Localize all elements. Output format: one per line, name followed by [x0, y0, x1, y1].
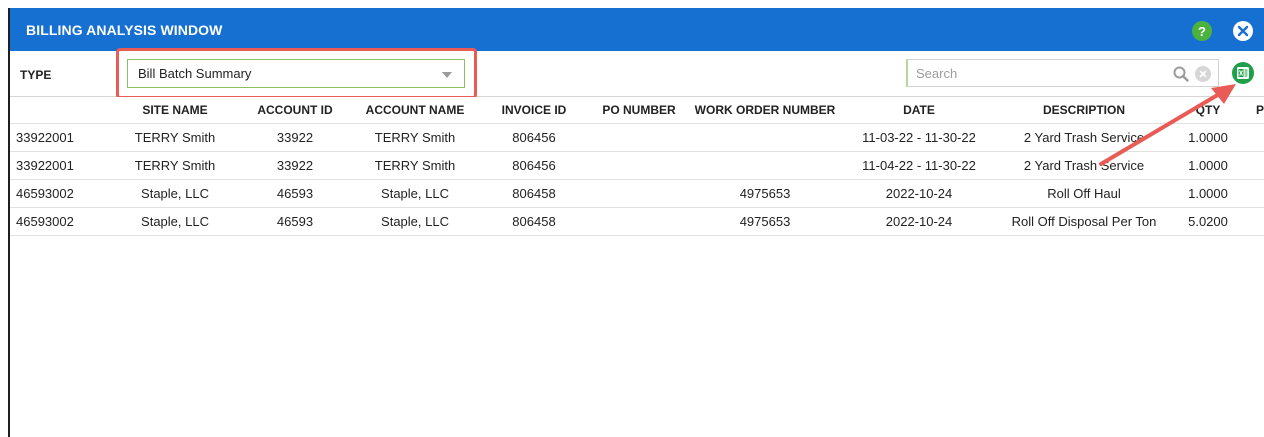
column-header-work-order-number[interactable]: WORK ORDER NUMBER [690, 97, 840, 123]
column-header-site-name[interactable]: SITE NAME [110, 97, 240, 123]
cell-work-order-number: 4975653 [739, 214, 791, 229]
column-header-account-id[interactable]: ACCOUNT ID [240, 97, 350, 123]
cell-po-number [588, 208, 690, 235]
results-grid: SITE NAME ACCOUNT ID ACCOUNT NAME INVOICE I… [10, 97, 1264, 236]
search-input[interactable] [916, 60, 1156, 86]
cell-qty: 5.0200 [1188, 214, 1228, 229]
cell-site-id: 33922001 [16, 130, 74, 145]
column-header-po-number[interactable]: PO NUMBER [588, 97, 690, 123]
cell-p [1246, 152, 1264, 179]
cell-date: 11-03-22 - 11-30-22 [862, 130, 976, 145]
cell-po-number [588, 180, 690, 207]
window-title: BILLING ANALYSIS WINDOW [26, 22, 223, 38]
question-icon: ? [1198, 23, 1206, 39]
cell-site-name: TERRY Smith [134, 158, 216, 173]
title-bar: BILLING ANALYSIS WINDOW ? [10, 8, 1264, 51]
cell-description: Roll Off Haul [1047, 186, 1121, 201]
cell-account-name: Staple, LLC [381, 186, 449, 201]
cell-po-number [588, 124, 690, 151]
search-box [906, 59, 1219, 87]
billing-analysis-window: BILLING ANALYSIS WINDOW ? TYPE Bill Batc… [8, 8, 1264, 437]
cell-invoice-id: 806456 [512, 130, 556, 145]
column-header-date[interactable]: DATE [840, 97, 998, 123]
column-header-p[interactable]: P [1246, 97, 1264, 123]
cell-account-id: 33922 [276, 130, 314, 145]
cell-description: 2 Yard Trash Service [1023, 130, 1145, 145]
cell-qty: 1.0000 [1188, 186, 1228, 201]
cell-work-order-number [690, 152, 840, 179]
search-icon[interactable] [1172, 65, 1190, 83]
spreadsheet-icon [1237, 67, 1249, 79]
close-icon [1199, 70, 1207, 78]
cell-site-name: Staple, LLC [141, 214, 209, 229]
results-table: SITE NAME ACCOUNT ID ACCOUNT NAME INVOICE I… [10, 97, 1264, 437]
cell-account-id: 33922 [276, 158, 314, 173]
column-header-account-name[interactable]: ACCOUNT NAME [350, 97, 480, 123]
cell-account-id: 46593 [276, 186, 314, 201]
cell-po-number [588, 152, 690, 179]
column-header-site-id[interactable] [10, 97, 110, 123]
close-button[interactable] [1233, 21, 1253, 41]
cell-date: 2022-10-24 [885, 214, 953, 229]
cell-p [1246, 208, 1264, 235]
cell-account-name: Staple, LLC [381, 214, 449, 229]
cell-work-order-number: 4975653 [739, 186, 791, 201]
cell-account-name: TERRY Smith [374, 130, 456, 145]
close-icon [1237, 25, 1249, 37]
toolbar: TYPE Bill Batch Summary [10, 48, 1264, 99]
cell-account-name: TERRY Smith [374, 158, 456, 173]
cell-description: Roll Off Disposal Per Ton [1011, 214, 1157, 229]
chevron-down-icon[interactable] [442, 72, 452, 78]
cell-qty: 1.0000 [1188, 130, 1228, 145]
type-label: TYPE [20, 68, 52, 82]
column-header-description[interactable]: DESCRIPTION [998, 97, 1170, 123]
cell-site-name: Staple, LLC [141, 186, 209, 201]
table-row[interactable]: 46593002 Staple, LLC 46593 Staple, LLC 80645… [10, 208, 1264, 236]
help-button[interactable]: ? [1192, 21, 1212, 41]
excel-export-icon[interactable] [1232, 62, 1254, 84]
cell-site-id: 33922001 [16, 158, 74, 173]
cell-date: 11-04-22 - 11-30-22 [862, 158, 976, 173]
cell-work-order-number [690, 124, 840, 151]
cell-qty: 1.0000 [1188, 158, 1228, 173]
cell-p [1246, 124, 1264, 151]
cell-description: 2 Yard Trash Service [1023, 158, 1145, 173]
cell-invoice-id: 806456 [512, 158, 556, 173]
type-select[interactable]: Bill Batch Summary [127, 59, 465, 88]
table-row[interactable]: 33922001 TERRY Smith 33922 TERRY Smith 80645… [10, 124, 1264, 152]
cell-invoice-id: 806458 [512, 186, 556, 201]
cell-date: 2022-10-24 [885, 186, 953, 201]
type-select-value: Bill Batch Summary [138, 66, 252, 81]
cell-p [1246, 180, 1264, 207]
cell-account-id: 46593 [276, 214, 314, 229]
column-header-qty[interactable]: QTY [1170, 97, 1246, 123]
cell-site-name: TERRY Smith [134, 130, 216, 145]
column-header-invoice-id[interactable]: INVOICE ID [480, 97, 588, 123]
clear-search-icon[interactable] [1195, 66, 1211, 82]
cell-site-id: 46593002 [16, 186, 74, 201]
cell-invoice-id: 806458 [512, 214, 556, 229]
table-row[interactable]: 46593002 Staple, LLC 46593 Staple, LLC 80645… [10, 180, 1264, 208]
table-header-row: SITE NAME ACCOUNT ID ACCOUNT NAME INVOICE I… [10, 97, 1264, 124]
cell-site-id: 46593002 [16, 214, 74, 229]
table-row[interactable]: 33922001 TERRY Smith 33922 TERRY Smith 80645… [10, 152, 1264, 180]
